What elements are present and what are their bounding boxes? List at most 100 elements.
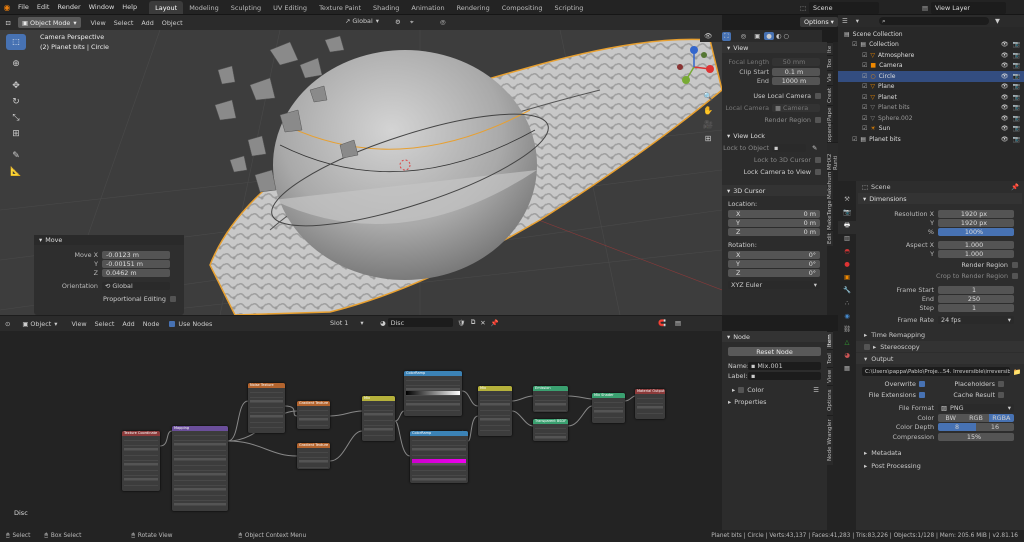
tab-compositing[interactable]: Compositing xyxy=(496,1,549,14)
camera-render-icon[interactable]: 📷 xyxy=(1013,125,1020,132)
constraints-tab-icon[interactable]: ⛓ xyxy=(838,325,856,338)
property-field[interactable]: 1.000 xyxy=(938,241,1014,249)
property-field[interactable]: 1.000 xyxy=(938,250,1014,258)
cursor-rot-z[interactable]: Z 0° xyxy=(728,269,820,277)
sidebar-tab-ite[interactable]: Ite xyxy=(827,42,833,55)
pan-hand-icon[interactable]: ✋ xyxy=(701,106,715,120)
node-menu-view[interactable]: View xyxy=(67,320,90,328)
outliner-item[interactable]: ☑ ▽ Plane 👁 📷 xyxy=(838,82,1024,93)
node-gradient-texture[interactable]: Gradient Texture xyxy=(297,443,330,469)
camera-render-icon[interactable]: 📷 xyxy=(1013,104,1020,111)
property-field[interactable]: 100% xyxy=(938,228,1014,236)
tab-sculpting[interactable]: Sculpting xyxy=(225,1,267,14)
mode-dropdown[interactable]: ▣ Object Mode ▾ xyxy=(18,17,81,28)
menu-render[interactable]: Render xyxy=(53,0,84,15)
node-tab-node-wrangler[interactable]: Node Wrangler xyxy=(827,415,833,465)
node-texture-coordinate[interactable]: Texture Coordinate xyxy=(122,431,160,491)
output-path-field[interactable]: C:\Users\pappa\Pablo\Proje...54. Irrever… xyxy=(862,367,1010,376)
snap-icon[interactable]: ⌖ xyxy=(410,18,414,27)
node-gradient-texture[interactable]: Gradient Texture xyxy=(297,401,330,429)
focal-length-field[interactable]: 50 mm xyxy=(772,58,820,66)
pivot-icon[interactable]: ⚙ xyxy=(395,18,401,26)
eye-icon[interactable]: 👁 xyxy=(1001,83,1009,90)
use-nodes-checkbox[interactable] xyxy=(169,320,176,327)
outliner-item[interactable]: ▤ Scene Collection xyxy=(838,29,1024,40)
proportional-icon[interactable]: ◎ xyxy=(440,18,446,26)
move-z-field[interactable]: 0.0462 m xyxy=(102,269,170,277)
collapse-icon[interactable]: ▾ xyxy=(39,236,42,244)
eye-icon[interactable]: 👁 xyxy=(1001,62,1009,69)
pin-icon[interactable]: 📌 xyxy=(1011,183,1019,191)
rotate-tool-icon[interactable]: ↻ xyxy=(6,94,26,110)
list-icon[interactable]: ☰ xyxy=(813,386,819,394)
sidebar-tab-edit[interactable]: Edit xyxy=(827,230,833,246)
outliner-item[interactable]: ☑ ▽ Atmosphere 👁 📷 xyxy=(838,50,1024,61)
tab-texture-paint[interactable]: Texture Paint xyxy=(313,1,367,14)
property-field[interactable]: 1920 px xyxy=(938,219,1014,227)
node-noise-texture[interactable]: Noise Texture xyxy=(248,383,285,433)
modifier-tab-icon[interactable]: 🔧 xyxy=(838,286,856,299)
gizmo-toggle-icon[interactable]: ⛶ xyxy=(722,31,731,41)
physics-tab-icon[interactable]: ◉ xyxy=(838,312,856,325)
tab-animation[interactable]: Animation xyxy=(405,1,450,14)
local-camera-field[interactable]: ■ Camera xyxy=(772,104,820,112)
viewport-menu-add[interactable]: Add xyxy=(137,19,157,27)
cursor-rot-y[interactable]: Y 0° xyxy=(728,260,820,268)
node-tab-item[interactable]: Item xyxy=(827,331,833,349)
node-canvas[interactable]: Texture Coordinate Mapping Noise Texture Gr… xyxy=(0,331,722,530)
subpanel-header[interactable]: ▸ Post Processing xyxy=(856,460,1024,471)
particles-tab-icon[interactable]: ∴ xyxy=(838,299,856,312)
menu-window[interactable]: Window xyxy=(85,0,119,15)
sidebar-tab-vie[interactable]: Vie xyxy=(827,70,833,85)
expand-icon[interactable]: ▸ xyxy=(732,386,735,394)
render-tab-icon[interactable]: 📷 xyxy=(838,208,856,221)
eye-icon[interactable]: 👁 xyxy=(1001,73,1009,80)
checkbox-icon[interactable]: ☑ xyxy=(862,104,867,111)
node-emission[interactable]: Emission xyxy=(533,386,568,412)
property-field[interactable]: 15% xyxy=(938,433,1014,441)
proportional-editing-checkbox[interactable] xyxy=(170,296,176,302)
tool-tab-icon[interactable]: ⚒ xyxy=(838,195,856,208)
subpanel-header[interactable]: ▸ Metadata xyxy=(856,447,1024,458)
annotate-tool-icon[interactable]: ✎ xyxy=(6,148,26,164)
select-tool-icon[interactable]: ⬚ xyxy=(6,34,26,50)
visibility-icon[interactable]: 👁 xyxy=(704,32,712,40)
node-mapping[interactable]: Mapping xyxy=(172,426,228,511)
viewport-menu-select[interactable]: Select xyxy=(110,19,138,27)
solid-shading-icon[interactable]: ● xyxy=(764,32,774,40)
outliner-item[interactable]: ☑ ○ Circle 👁 📷 xyxy=(838,71,1024,82)
properties-subheader[interactable]: ▸ Properties xyxy=(728,398,827,406)
transform-orientation[interactable]: ↗ Global ▾ xyxy=(345,17,379,25)
display-mode-icon[interactable]: ▾ xyxy=(856,17,859,25)
overlay-toggle-icon[interactable]: ◎ xyxy=(741,32,747,40)
property-field[interactable]: 1 xyxy=(938,304,1014,312)
sidebar-tab-makehum[interactable]: Makehum xyxy=(827,170,833,200)
node-mix-shader[interactable]: Mix Shader xyxy=(592,393,625,423)
outliner-editor-icon[interactable]: ☰ xyxy=(842,17,848,25)
checkbox-icon[interactable]: ☑ xyxy=(862,73,867,80)
node-menu-select[interactable]: Select xyxy=(91,320,119,328)
3d-cursor-header[interactable]: ▾ 3D Cursor xyxy=(722,185,827,196)
checkbox-icon[interactable]: ☑ xyxy=(862,52,867,59)
shader-type-dropdown[interactable]: ▣ Object ▾ xyxy=(22,320,57,328)
node-menu-add[interactable]: Add xyxy=(118,320,138,328)
data-tab-icon[interactable]: △ xyxy=(838,338,856,351)
property-field[interactable]: 1920 px xyxy=(938,210,1014,218)
use-local-camera-checkbox[interactable] xyxy=(815,93,821,99)
navigation-gizmo[interactable] xyxy=(672,45,716,89)
outliner-search[interactable]: ⌕ xyxy=(878,17,989,25)
lock-camera-checkbox[interactable] xyxy=(815,169,821,175)
checkbox-icon[interactable]: ☑ xyxy=(852,136,857,143)
camera-render-icon[interactable]: 📷 xyxy=(1013,115,1020,122)
scene-tab-icon[interactable]: ◓ xyxy=(838,247,856,260)
outliner-item[interactable]: ☑ ▽ Planet 👁 📷 xyxy=(838,92,1024,103)
node-material-output[interactable]: Material Output xyxy=(635,389,665,419)
node-tab-tool[interactable]: Tool xyxy=(827,349,833,367)
rendered-shading-icon[interactable]: ○ xyxy=(783,32,789,40)
eye-icon[interactable]: 👁 xyxy=(1001,94,1009,101)
view-section-header[interactable]: ▾ View xyxy=(722,42,827,53)
checkbox-icon[interactable]: ☑ xyxy=(862,115,867,122)
segment-d8[interactable]: 8 xyxy=(938,423,976,431)
camera-render-icon[interactable]: 📷 xyxy=(1013,136,1020,143)
move-tool-icon[interactable]: ✥ xyxy=(6,78,26,94)
